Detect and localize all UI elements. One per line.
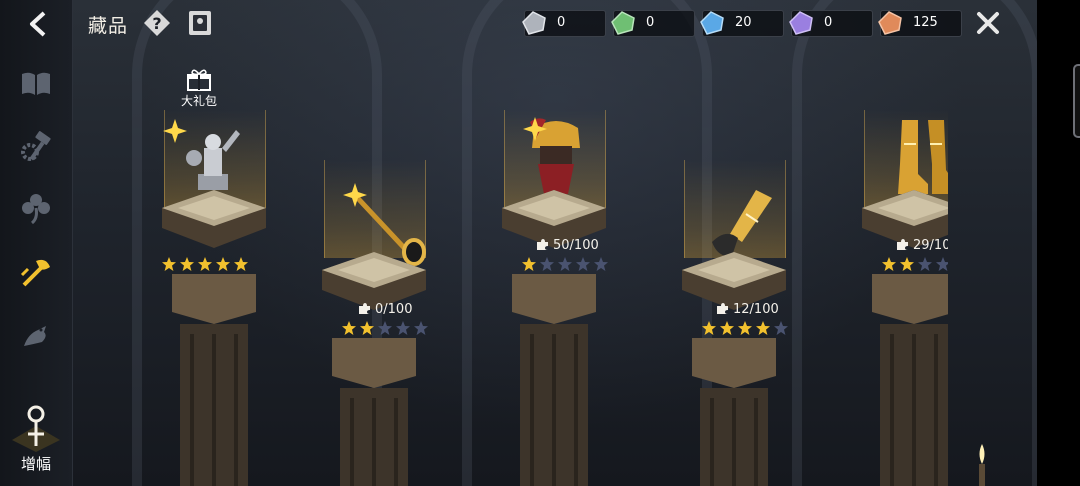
star-empty-icon [774, 321, 788, 335]
stone-pillar [692, 338, 776, 486]
star-rating [702, 320, 792, 335]
close-icon[interactable] [973, 8, 1003, 38]
exhibit-clip: 29/100 [858, 88, 948, 486]
fragment-counter: 0/100 [358, 302, 412, 317]
star-filled-icon [360, 321, 374, 335]
resource-value: 0 [557, 15, 566, 30]
star-filled-icon [882, 257, 896, 271]
star-rating [162, 256, 252, 271]
star-empty-icon [378, 321, 392, 335]
clover-icon[interactable] [18, 190, 54, 226]
fragment-progress: 12/100 [733, 302, 779, 317]
star-filled-icon [198, 257, 212, 271]
star-filled-icon [162, 257, 176, 271]
screen-edge [1037, 0, 1080, 486]
star-empty-icon [558, 257, 572, 271]
exhibit-armor[interactable]: 50/100 [498, 88, 626, 486]
star-empty-icon [918, 257, 932, 271]
exhibit-statue[interactable] [158, 88, 286, 486]
resource-value: 20 [735, 15, 752, 30]
star-filled-icon [900, 257, 914, 271]
fragment-progress: 0/100 [375, 302, 413, 317]
star-filled-icon [702, 321, 716, 335]
page-title: 藏品 [88, 15, 129, 37]
puzzle-icon [537, 239, 548, 250]
edge-handle [1073, 64, 1080, 138]
resource-blue[interactable]: 20 [700, 10, 784, 37]
star-filled-icon [180, 257, 194, 271]
star-filled-icon [738, 321, 752, 335]
fragment-progress: 50/100 [553, 238, 599, 253]
star-rating [342, 320, 432, 335]
exhibit-horn[interactable]: 0/100 [318, 150, 446, 486]
exhibit-gauntlet[interactable]: 12/100 [678, 150, 806, 486]
fragment-counter: 12/100 [716, 302, 779, 317]
star-filled-icon [342, 321, 356, 335]
star-rating [882, 256, 948, 271]
candle-flame-icon [979, 444, 985, 486]
star-empty-icon [594, 257, 608, 271]
resource-value: 125 [913, 15, 938, 30]
amplify-label: 增幅 [20, 455, 51, 473]
fragment-counter: 29/100 [896, 238, 948, 253]
star-filled-icon [720, 321, 734, 335]
green-fragment-icon [611, 11, 635, 35]
star-empty-icon [576, 257, 590, 271]
stone-pillar [332, 338, 416, 486]
book-icon[interactable] [18, 66, 54, 102]
exhibit-boots[interactable]: 29/100 [858, 88, 948, 486]
star-empty-icon [396, 321, 410, 335]
resource-purple[interactable]: 0 [789, 10, 873, 37]
resource-gray[interactable]: 0 [522, 10, 606, 37]
help-icon[interactable]: ? [142, 8, 172, 38]
orange-fragment-icon [878, 11, 902, 35]
resource-orange[interactable]: 125 [878, 10, 962, 37]
stone-pillar [172, 274, 256, 486]
resource-value: 0 [646, 15, 655, 30]
svg-text:?: ? [152, 14, 161, 33]
stone-pillar [512, 274, 596, 486]
raven-icon[interactable] [18, 318, 54, 354]
star-empty-icon [540, 257, 554, 271]
hammer-gear-icon[interactable] [18, 130, 54, 166]
gray-fragment-icon [522, 11, 546, 35]
sparkle-icon [163, 119, 187, 143]
blue-fragment-icon [700, 11, 724, 35]
purple-fragment-icon [789, 11, 813, 35]
star-filled-icon [216, 257, 230, 271]
star-filled-icon [234, 257, 248, 271]
sidebar: 增幅 [0, 0, 73, 486]
star-rating [522, 256, 612, 271]
amplify-icon [12, 405, 60, 452]
sparkle-icon [343, 183, 367, 207]
axe-icon[interactable] [18, 255, 54, 291]
sparkle-icon [523, 117, 547, 141]
fragment-counter: 50/100 [536, 238, 599, 253]
stone-pillar [872, 274, 948, 486]
star-empty-icon [936, 257, 948, 271]
puzzle-icon [717, 303, 728, 314]
pedestal-cap [162, 190, 266, 248]
puzzle-icon [897, 239, 908, 250]
back-arrow-icon[interactable] [24, 9, 54, 39]
star-filled-icon [756, 321, 770, 335]
statue-item [186, 130, 240, 190]
puzzle-icon [359, 303, 370, 314]
amplify-button[interactable]: 增幅 [0, 400, 72, 486]
resource-green[interactable]: 0 [611, 10, 695, 37]
codex-icon[interactable] [186, 8, 214, 38]
fragment-progress: 29/100 [913, 238, 948, 253]
star-empty-icon [414, 321, 428, 335]
star-filled-icon [522, 257, 536, 271]
resource-value: 0 [824, 15, 833, 30]
